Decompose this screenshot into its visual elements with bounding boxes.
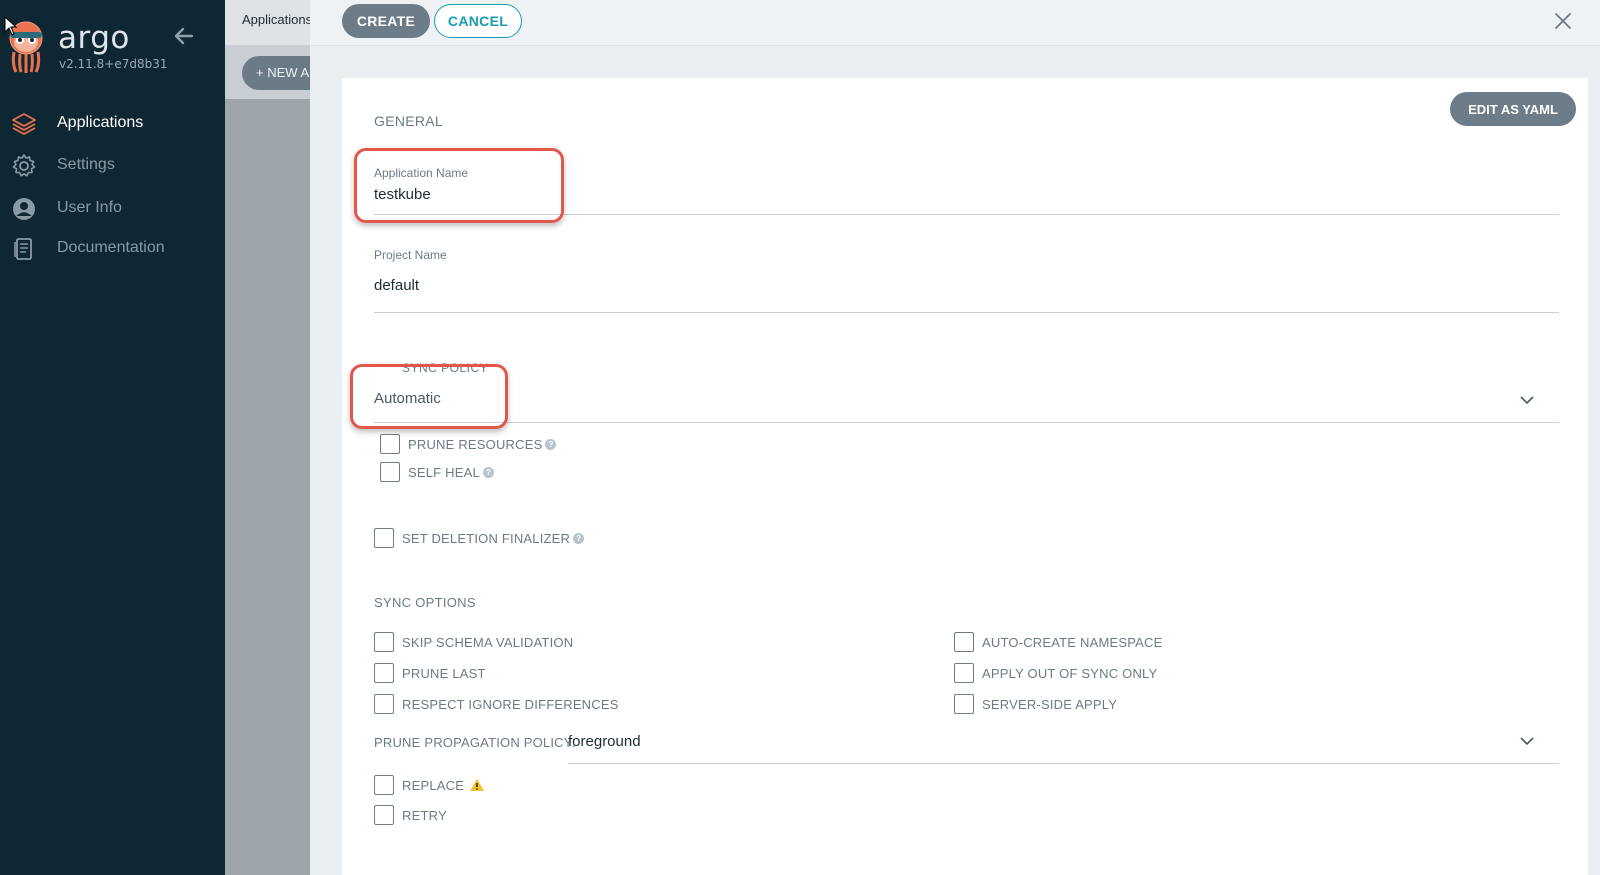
help-icon[interactable]: ? [545,438,557,450]
brand-name: argo [58,20,130,56]
breadcrumb: Applications [242,12,310,27]
checkbox-label: SET DELETION FINALIZER [402,530,571,546]
checkbox-box[interactable] [954,694,974,714]
sidebar-item-label: Settings [57,156,115,173]
checkbox-label: SKIP SCHEMA VALIDATION [402,634,574,650]
sync-policy-select[interactable]: Automatic [374,390,441,407]
new-app-button[interactable]: + NEW APP [242,56,310,90]
checkbox-box[interactable] [954,632,974,652]
app-name-underline [374,214,1559,215]
create-button[interactable]: CREATE [342,4,430,38]
checkbox-label: RETRY [402,807,447,823]
server-side-apply-checkbox[interactable]: SERVER-SIDE APPLY [954,694,1117,714]
sidebar-item-applications[interactable]: Applications [0,104,225,142]
prune-propagation-label: PRUNE PROPAGATION POLICY: [374,735,576,750]
sidebar-item-user-info[interactable]: User Info [0,189,225,227]
checkbox-box[interactable] [380,434,400,454]
background-page: Applications + NEW APP [225,0,310,875]
arrow-left-icon[interactable] [170,22,198,50]
checkbox-box[interactable] [374,694,394,714]
checkbox-box[interactable] [380,462,400,482]
project-name-label: Project Name [374,248,447,262]
checkbox-label: SELF HEAL [408,464,480,480]
checkbox-box[interactable] [374,805,394,825]
version-label: v2.11.8+e7d8b31 [59,57,168,71]
app-name-label: Application Name [374,166,469,180]
auto-create-namespace-checkbox[interactable]: AUTO-CREATE NAMESPACE [954,632,1162,652]
general-section-title: GENERAL [374,113,444,129]
checkbox-label: RESPECT IGNORE DIFFERENCES [402,696,619,712]
document-icon [14,238,32,260]
retry-checkbox[interactable]: RETRY [374,805,447,825]
sidebar-item-label: User Info [57,199,122,216]
user-icon [13,198,35,220]
sidebar-item-documentation[interactable]: Documentation [0,229,225,267]
checkbox-label: PRUNE LAST [402,665,486,681]
checkbox-box[interactable] [374,775,394,795]
chevron-down-icon[interactable] [1519,392,1535,408]
checkbox-box[interactable] [954,663,974,683]
gear-icon [12,154,36,177]
layers-icon [12,113,36,135]
replace-checkbox[interactable]: REPLACE [374,775,485,795]
respect-ignore-differences-checkbox[interactable]: RESPECT IGNORE DIFFERENCES [374,694,619,714]
prune-propagation-select[interactable]: foreground [568,733,641,750]
app-name-input[interactable]: testkube [374,186,431,203]
sync-policy-label: SYNC POLICY [402,361,489,375]
cancel-button[interactable]: CANCEL [434,4,522,38]
sync-options-title: SYNC OPTIONS [374,595,476,610]
edit-as-yaml-button[interactable]: EDIT AS YAML [1450,92,1576,126]
chevron-down-icon[interactable] [1519,733,1535,749]
checkbox-label: PRUNE RESOURCES [408,436,543,452]
create-application-panel: CREATE CANCEL EDIT AS YAML GENERAL Appli… [310,0,1600,875]
prune-last-checkbox[interactable]: PRUNE LAST [374,663,486,683]
form-card: EDIT AS YAML GENERAL Application Name te… [342,78,1588,875]
checkbox-box[interactable] [374,632,394,652]
panel-header: CREATE CANCEL [310,0,1600,46]
checkbox-box[interactable] [374,663,394,683]
checkbox-label: SERVER-SIDE APPLY [982,696,1118,712]
prune-propagation-underline [568,763,1559,764]
apply-out-of-sync-only-checkbox[interactable]: APPLY OUT OF SYNC ONLY [954,663,1157,683]
warning-icon [470,779,485,791]
checkbox-label: AUTO-CREATE NAMESPACE [982,634,1163,650]
set-deletion-finalizer-checkbox[interactable]: SET DELETION FINALIZER ? [374,528,585,548]
project-name-input[interactable]: default [374,277,419,294]
checkbox-label: REPLACE [402,777,465,793]
checkbox-box[interactable] [374,528,394,548]
sidebar-item-settings[interactable]: Settings [0,146,225,184]
close-icon[interactable] [1552,10,1574,32]
new-app-label: NEW APP [267,65,310,80]
sidebar: argo v2.11.8+e7d8b31 Applications Settin… [0,0,225,875]
self-heal-checkbox[interactable]: SELF HEAL ? [380,462,494,482]
skip-schema-validation-checkbox[interactable]: SKIP SCHEMA VALIDATION [374,632,573,652]
help-icon[interactable]: ? [482,466,494,478]
mouse-cursor-icon [4,16,18,36]
project-name-underline [374,312,1559,313]
sidebar-item-label: Documentation [57,239,165,256]
help-icon[interactable]: ? [573,532,585,544]
sidebar-item-label: Applications [57,114,144,131]
prune-resources-checkbox[interactable]: PRUNE RESOURCES ? [380,434,557,454]
checkbox-label: APPLY OUT OF SYNC ONLY [982,665,1158,681]
sync-policy-underline [374,422,1559,423]
